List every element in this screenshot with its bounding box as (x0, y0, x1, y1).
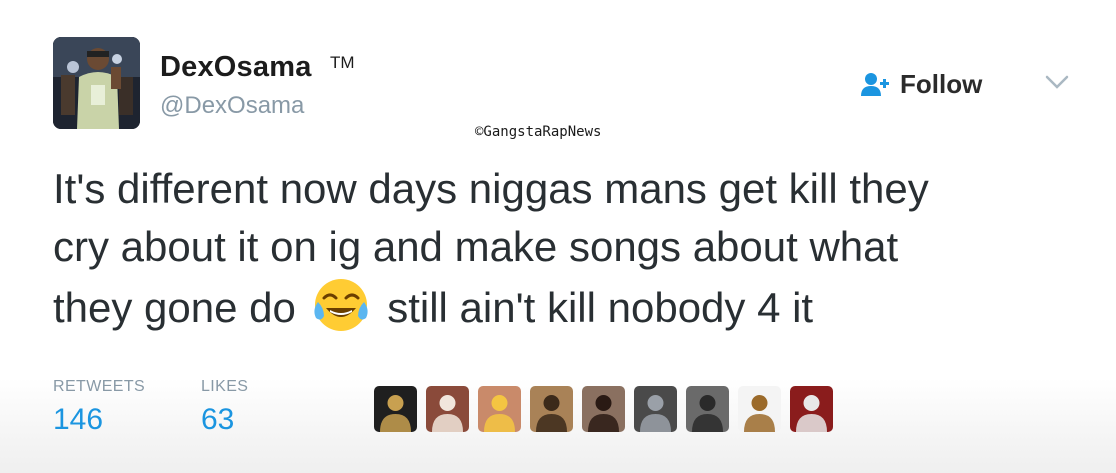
liker-avatar-8[interactable] (738, 386, 781, 432)
tweet-text-line-2: cry about it on ig and make songs about … (53, 223, 899, 270)
watermark: ©GangstaRapNews (475, 124, 602, 140)
tears-of-joy-emoji-icon (312, 276, 370, 334)
liker-avatars (374, 386, 833, 432)
likes-count[interactable]: 63 (201, 403, 234, 437)
liker-avatar-4[interactable] (530, 386, 573, 432)
liker-avatar-3[interactable] (478, 386, 521, 432)
avatar-photo (53, 37, 140, 129)
tweet-text-segment-3a: they gone do (53, 284, 308, 331)
liker-avatar-7[interactable] (686, 386, 729, 432)
chevron-down-icon[interactable] (1044, 72, 1070, 92)
retweets-label: RETWEETS (53, 378, 146, 395)
liker-avatar-9[interactable] (790, 386, 833, 432)
tweet-text-line-3: they gone do still ain't kill nobody 4 i… (53, 276, 1093, 337)
liker-avatar-2[interactable] (426, 386, 469, 432)
tweet-text-segment-3b: still ain't kill nobody 4 it (375, 284, 814, 331)
display-name[interactable]: DexOsama (160, 51, 312, 84)
tweet-text-line-1: It's different now days niggas mans get … (53, 165, 929, 212)
add-user-icon (860, 71, 890, 97)
user-handle[interactable]: @DexOsama (160, 92, 304, 120)
follow-label: Follow (900, 68, 983, 99)
liker-avatar-6[interactable] (634, 386, 677, 432)
user-avatar[interactable] (53, 37, 140, 129)
likes-label: LIKES (201, 378, 249, 395)
liker-avatar-5[interactable] (582, 386, 625, 432)
liker-avatar-1[interactable] (374, 386, 417, 432)
trademark-symbol: TM (330, 53, 355, 72)
tweet-text: It's different now days niggas mans get … (53, 160, 1093, 337)
retweets-count[interactable]: 146 (53, 403, 103, 437)
tweet-card: DexOsama TM @DexOsama Follow ©GangstaRap… (0, 0, 1116, 473)
follow-button[interactable]: Follow (860, 66, 982, 102)
